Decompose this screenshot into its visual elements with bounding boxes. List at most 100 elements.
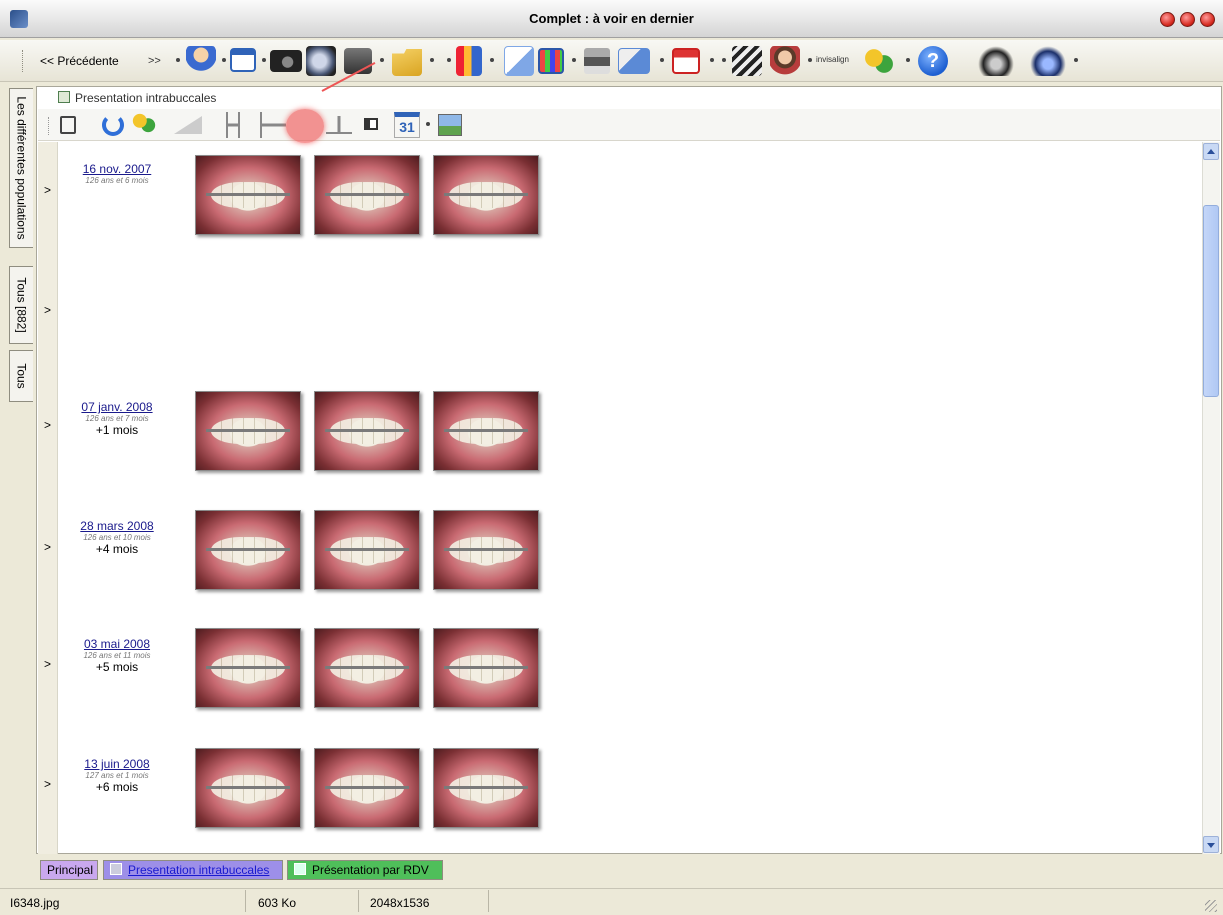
toolbar-grip xyxy=(22,50,25,72)
dental-photo-thumbnail[interactable] xyxy=(433,391,539,471)
image-gallery-icon[interactable] xyxy=(438,114,462,136)
puzzle-icon[interactable] xyxy=(862,46,896,76)
toolbar-dropdown-dot[interactable] xyxy=(722,58,726,62)
toolbar-dropdown-dot[interactable] xyxy=(572,58,576,62)
toolbar-dropdown-dot[interactable] xyxy=(426,122,430,126)
scroll-thumb[interactable] xyxy=(1203,205,1219,397)
tab-populations[interactable]: Les différentes populations xyxy=(9,88,33,248)
dental-photo-thumbnail[interactable] xyxy=(195,510,301,590)
elapsed-time: +4 mois xyxy=(95,542,139,556)
printer-icon[interactable] xyxy=(584,48,610,74)
expand-arrow[interactable]: > xyxy=(44,183,51,197)
single-view-icon[interactable] xyxy=(364,118,378,130)
grid-icon xyxy=(294,863,306,875)
tab-tous-882[interactable]: Tous [882] xyxy=(9,266,33,344)
toolbar-dropdown-dot[interactable] xyxy=(430,58,434,62)
row-expander-strip xyxy=(38,142,58,854)
patient-age: 126 ans et 11 mois xyxy=(83,651,151,660)
expand-arrow[interactable]: > xyxy=(44,777,51,791)
invisalign-label[interactable]: invisalign xyxy=(816,55,849,64)
scroll-down-button[interactable] xyxy=(1203,836,1219,853)
patient-age: 126 ans et 7 mois xyxy=(85,414,149,423)
dental-photo-thumbnail[interactable] xyxy=(433,748,539,828)
row-layout-icon-highlighted[interactable] xyxy=(286,109,324,143)
tab-presentation-intrabuccales[interactable]: Presentation intrabuccales xyxy=(103,860,283,880)
status-filename: I6348.jpg xyxy=(10,896,60,910)
help-icon[interactable]: ? xyxy=(918,46,948,76)
car-icon[interactable] xyxy=(978,46,1014,76)
toolbar-dropdown-dot[interactable] xyxy=(660,58,664,62)
refresh-icon[interactable] xyxy=(102,114,124,136)
status-filesize: 603 Ko xyxy=(258,896,297,910)
clapperboard-icon[interactable] xyxy=(732,46,762,76)
dental-photo-thumbnail[interactable] xyxy=(195,391,301,471)
visit-date-block: 03 mai 2008 126 ans et 11 mois +5 mois xyxy=(62,637,172,674)
expand-arrow[interactable]: > xyxy=(44,657,51,671)
dental-photo-thumbnail[interactable] xyxy=(195,155,301,235)
paint-brushes-icon[interactable] xyxy=(456,46,482,76)
status-separator xyxy=(488,890,489,912)
edit-document-icon[interactable] xyxy=(504,46,534,76)
dental-photo-thumbnail[interactable] xyxy=(433,510,539,590)
visit-date-link[interactable]: 13 juin 2008 xyxy=(62,757,172,771)
toolbar-dropdown-dot[interactable] xyxy=(176,58,180,62)
patient-age: 126 ans et 10 mois xyxy=(83,533,151,542)
scroll-up-button[interactable] xyxy=(1203,143,1219,160)
puzzle-icon[interactable] xyxy=(130,112,158,134)
dental-photo-thumbnail[interactable] xyxy=(314,510,420,590)
toolbar-dropdown-dot[interactable] xyxy=(222,58,226,62)
toolbar-dropdown-dot[interactable] xyxy=(710,58,714,62)
visit-date-block: 07 janv. 2008 126 ans et 7 mois +1 mois xyxy=(62,400,172,437)
chevron-down-icon xyxy=(1207,843,1215,848)
toolbar-dropdown-dot[interactable] xyxy=(808,58,812,62)
export-icon[interactable] xyxy=(60,116,76,134)
camera-icon[interactable] xyxy=(270,50,302,72)
elapsed-time: +5 mois xyxy=(95,660,139,674)
person-portrait-icon[interactable] xyxy=(770,46,800,76)
tab-presentation-par-rdv[interactable]: Présentation par RDV xyxy=(287,860,443,880)
resize-grip-icon[interactable] xyxy=(1205,900,1217,912)
toolbar-dropdown-dot[interactable] xyxy=(380,58,384,62)
patient-icon[interactable] xyxy=(186,46,216,76)
maximize-button[interactable] xyxy=(1180,12,1195,27)
presentation-icon[interactable] xyxy=(672,48,700,74)
dental-photo-thumbnail[interactable] xyxy=(195,748,301,828)
dental-photo-thumbnail[interactable] xyxy=(314,748,420,828)
visit-date-link[interactable]: 16 nov. 2007 xyxy=(62,162,172,176)
next-button[interactable]: >> xyxy=(148,55,161,67)
dental-photo-thumbnail[interactable] xyxy=(433,628,539,708)
visit-date-link[interactable]: 07 janv. 2008 xyxy=(62,400,172,414)
window-layout-icon[interactable] xyxy=(230,48,256,72)
dental-photo-thumbnail[interactable] xyxy=(433,155,539,235)
dental-photo-thumbnail[interactable] xyxy=(314,391,420,471)
expand-arrow[interactable]: > xyxy=(44,540,51,554)
webcam-icon[interactable] xyxy=(306,46,336,76)
visit-date-link[interactable]: 03 mai 2008 xyxy=(62,637,172,651)
grid-table-icon[interactable] xyxy=(538,48,564,74)
tab-tous[interactable]: Tous xyxy=(9,350,33,402)
hierarchy-icon[interactable] xyxy=(260,112,286,138)
expand-arrow[interactable]: > xyxy=(44,418,51,432)
grid-icon xyxy=(110,863,122,875)
tab-principal[interactable]: Principal xyxy=(40,860,98,880)
calendar-icon[interactable]: 31 xyxy=(394,112,420,138)
expand-arrow[interactable]: > xyxy=(44,303,51,317)
dental-photo-thumbnail[interactable] xyxy=(314,155,420,235)
toolbar-dropdown-dot[interactable] xyxy=(1074,58,1078,62)
dental-photo-thumbnail[interactable] xyxy=(195,628,301,708)
minimize-button[interactable] xyxy=(1160,12,1175,27)
visit-date-block: 16 nov. 2007 126 ans et 6 mois xyxy=(62,162,172,185)
toolbar-dropdown-dot[interactable] xyxy=(447,58,451,62)
car-blue-icon[interactable] xyxy=(1030,46,1066,76)
toolbar-dropdown-dot[interactable] xyxy=(906,58,910,62)
email-icon[interactable] xyxy=(618,48,650,74)
toolbar-dropdown-dot[interactable] xyxy=(262,58,266,62)
previous-button[interactable]: << Précédente xyxy=(40,54,119,68)
toolbar-dropdown-dot[interactable] xyxy=(490,58,494,62)
tree-layout-icon[interactable] xyxy=(326,116,352,134)
dental-photo-thumbnail[interactable] xyxy=(314,628,420,708)
visit-date-link[interactable]: 28 mars 2008 xyxy=(62,519,172,533)
column-layout-icon[interactable] xyxy=(226,112,240,138)
patient-age: 126 ans et 6 mois xyxy=(85,176,149,185)
close-button[interactable] xyxy=(1200,12,1215,27)
